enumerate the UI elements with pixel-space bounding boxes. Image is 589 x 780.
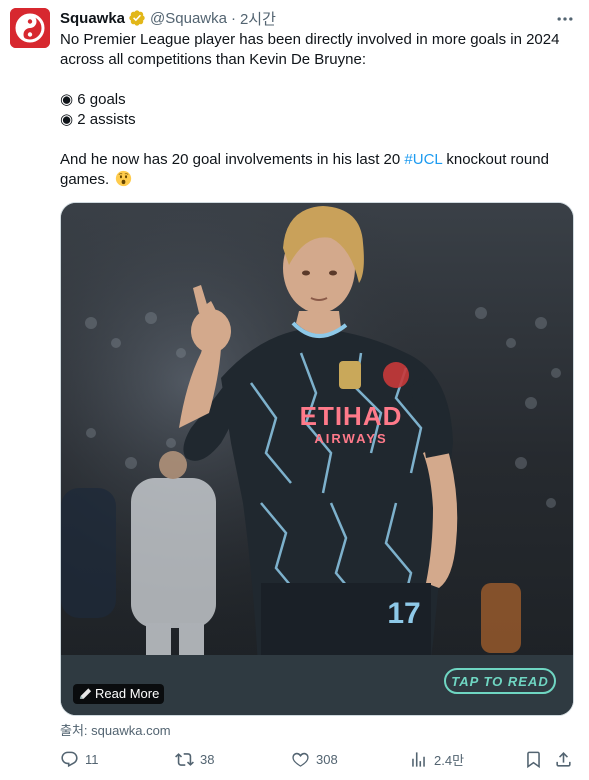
stat-goals: ◉ 6 goals [60,91,126,108]
source-link[interactable]: 출처: squawka.com [60,720,171,739]
like-count: 308 [316,751,338,767]
more-options-button[interactable] [553,9,577,29]
reply-icon [61,751,78,767]
link-card[interactable]: ETIHAD AIRWAYS 17 TAP TO READ Read More [60,202,574,716]
tweet[interactable]: Squawka @Squawka · 2시간 No Premier League… [0,0,589,780]
separator: · [230,9,236,27]
reply-button[interactable]: 11 [60,746,99,772]
action-bar: 11 38 308 2.4만 [60,746,580,772]
bookmark-button[interactable] [524,746,549,772]
player-photo: ETIHAD AIRWAYS 17 [61,203,573,715]
heart-icon [292,752,309,767]
share-icon [556,751,571,767]
verified-badge-icon [128,9,146,27]
jersey-number: 17 [387,597,420,630]
text-line: games. [60,170,580,190]
display-name[interactable]: Squawka [60,10,125,27]
text-line: across all competitions than Kevin De Br… [60,51,366,68]
reply-count: 11 [85,751,99,767]
timestamp[interactable]: 2시간 [240,8,276,29]
avatar[interactable] [10,8,50,48]
read-more-label: Read More [95,686,160,701]
sponsor-text: ETIHAD [300,401,403,431]
views-button[interactable]: 2.4만 [409,746,464,772]
tweet-header: Squawka @Squawka · 2시간 [60,8,276,28]
analytics-icon [412,751,425,767]
more-horizontal-icon [557,17,573,21]
text-line: And he now has 20 goal involvements in h… [60,150,580,170]
card-footer[interactable]: TAP TO READ Read More [61,655,573,715]
retweet-button[interactable]: 38 [175,746,214,772]
sponsor-subtext: AIRWAYS [314,431,387,446]
pencil-icon [78,687,93,701]
handle[interactable]: @Squawka [150,10,227,27]
hashtag-link[interactable]: #UCL [404,151,442,168]
text-segment: games. [60,171,110,188]
retweet-icon [175,752,194,766]
read-more-link[interactable]: Read More [73,684,165,704]
retweet-count: 38 [200,751,215,767]
bookmark-icon [527,751,540,768]
share-button[interactable] [554,746,579,772]
tap-to-read-button[interactable]: TAP TO READ [444,668,556,694]
tweet-text: No Premier League player has been direct… [60,30,580,190]
astonished-face-icon [115,170,132,187]
text-segment: And he now has 20 goal involvements in h… [60,151,405,168]
like-button[interactable]: 308 [291,746,338,772]
squawka-logo-icon [10,8,50,48]
text-line: No Premier League player has been direct… [60,31,560,48]
text-segment: knockout round [442,151,549,168]
stat-assists: ◉ 2 assists [60,111,136,128]
view-count: 2.4만 [434,752,465,768]
